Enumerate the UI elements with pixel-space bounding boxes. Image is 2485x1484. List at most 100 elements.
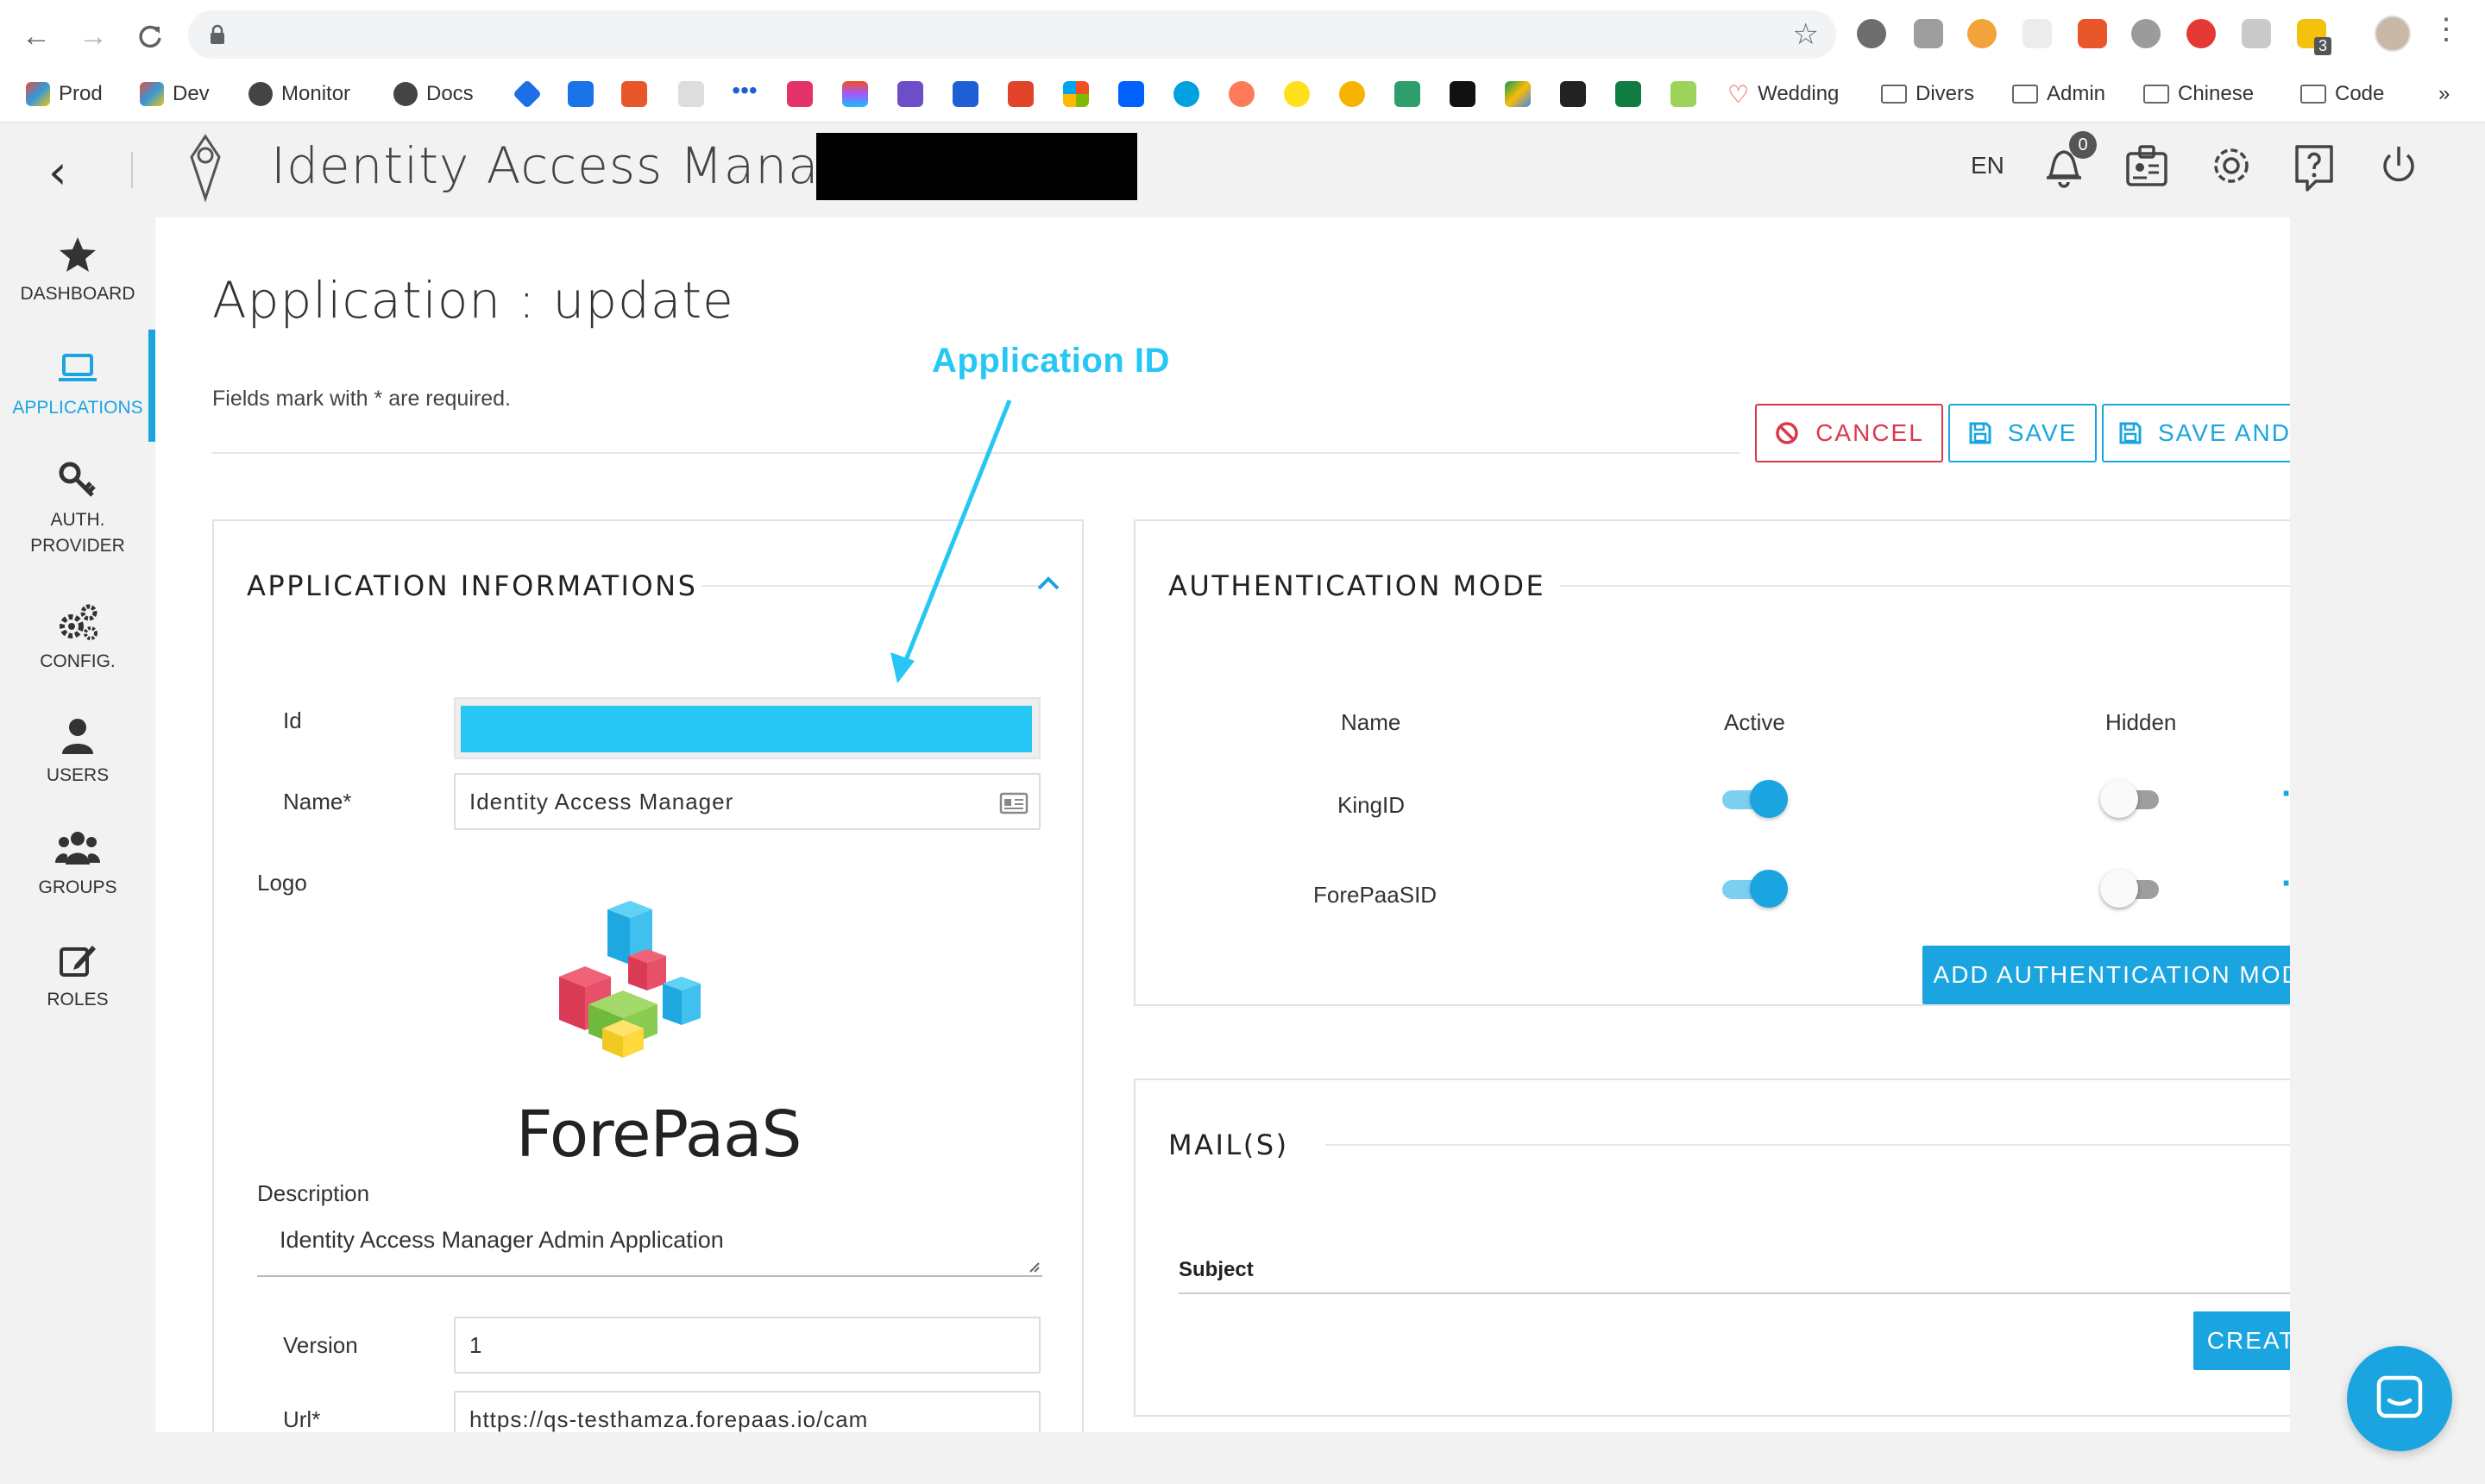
hidden-toggle[interactable] (2100, 780, 2169, 818)
bookmark-trello-icon[interactable] (568, 81, 594, 107)
bookmark-gitlab-icon[interactable] (1008, 81, 1034, 107)
bookmark-dropbox-icon[interactable] (1118, 81, 1144, 107)
save-and-exit-button[interactable]: SAVE AND EXIT (2102, 404, 2290, 462)
url-input[interactable]: https://qs-testhamza.forepaas.io/cam (454, 1391, 1041, 1432)
sidebar-item-auth-provider[interactable]: AUTH. PROVIDER (0, 461, 155, 559)
sidebar-item-groups[interactable]: GROUPS (0, 828, 155, 901)
reload-icon[interactable] (129, 16, 171, 57)
folder-icon (2143, 85, 2169, 104)
browser-forward-icon[interactable]: → (72, 16, 114, 57)
bookmarks-overflow[interactable]: » (2438, 72, 2450, 116)
bookmark-mailchimp-icon[interactable] (1284, 81, 1310, 107)
extension-icon[interactable]: 3 (2297, 19, 2331, 55)
active-toggle[interactable] (1719, 780, 1788, 818)
settings-gear-icon[interactable] (2207, 135, 2255, 195)
help-icon[interactable] (2290, 135, 2338, 195)
bookmark-intercom-icon[interactable] (953, 81, 978, 107)
folder-icon (2300, 85, 2326, 104)
profile-avatar[interactable] (2375, 16, 2411, 52)
bookmark-dots-icon[interactable]: ••• (732, 79, 758, 107)
id-field[interactable] (454, 697, 1041, 759)
bookmark-divers[interactable]: Divers (1881, 72, 1974, 116)
bookmark-icon[interactable] (897, 81, 923, 107)
bookmark-star-icon[interactable]: ☆ (1793, 17, 1819, 52)
extension-icon[interactable] (1857, 19, 1886, 48)
bookmark-icon[interactable] (678, 81, 704, 107)
auth-mode-name: ForePaaSID (1313, 882, 1438, 908)
cancel-button[interactable]: CANCEL (1755, 404, 1943, 462)
bookmark-icon[interactable] (1670, 81, 1696, 107)
sidebar-item-roles[interactable]: ROLES (0, 940, 155, 1013)
page-title: Application : update (212, 271, 734, 330)
globe-icon (248, 82, 273, 106)
bookmark-hubspot-icon[interactable] (1229, 81, 1255, 107)
active-toggle[interactable] (1719, 870, 1788, 908)
sidebar-item-users[interactable]: USERS (0, 716, 155, 789)
sidebar-item-config[interactable]: CONFIG. (0, 602, 155, 675)
power-icon[interactable] (2375, 135, 2423, 195)
extension-icon[interactable] (2023, 19, 2052, 48)
name-input[interactable]: Identity Access Manager (454, 773, 1041, 830)
extension-icon[interactable] (2186, 19, 2216, 48)
bookmark-excel-icon[interactable] (1615, 81, 1641, 107)
version-input[interactable]: 1 (454, 1317, 1041, 1374)
card-title: AUTHENTICATION MODE (1168, 569, 1546, 602)
bookmark-chinese[interactable]: Chinese (2143, 72, 2254, 116)
browser-menu-icon[interactable]: ⋮ (2432, 12, 2461, 47)
extension-icon[interactable] (2078, 19, 2107, 48)
collapse-chevron-icon[interactable] (1035, 575, 1061, 592)
sidebar-item-dashboard[interactable]: DASHBOARD (0, 235, 155, 307)
hidden-toggle[interactable] (2100, 870, 2169, 908)
id-card-icon[interactable] (2123, 135, 2171, 195)
card-title: MAIL(S) (1168, 1129, 1289, 1161)
bookmark-icon[interactable] (1450, 81, 1475, 107)
card-title-line (702, 585, 1041, 587)
id-redaction (461, 706, 1032, 752)
create-new-email-button[interactable]: CREATE NEW EMAIL (2193, 1311, 2290, 1370)
redacted-block (816, 133, 1137, 200)
bookmark-icon[interactable] (1560, 81, 1586, 107)
row-menu-icon[interactable]: ··· (2281, 866, 2290, 901)
column-active-header: Active (1724, 709, 1785, 735)
extension-icon[interactable] (2242, 19, 2271, 48)
bookmark-docs[interactable]: Docs (393, 72, 474, 116)
back-chevron-icon[interactable]: ‹ (48, 145, 67, 199)
row-menu-icon[interactable]: ··· (2281, 777, 2290, 811)
bookmark-prod[interactable]: Prod (26, 72, 103, 116)
bookmark-microsoft-icon[interactable] (1063, 81, 1089, 107)
bookmark-wedding[interactable]: ♡ Wedding (1727, 72, 1839, 116)
folder-icon (2012, 85, 2038, 104)
bookmark-code[interactable]: Code (2300, 72, 2384, 116)
bookmark-icon[interactable] (1394, 81, 1420, 107)
bookmark-dev[interactable]: Dev (140, 72, 210, 116)
bookmark-admin[interactable]: Admin (2012, 72, 2105, 116)
address-bar[interactable]: ☆ (188, 10, 1836, 59)
bookmarks-bar: Prod Dev Monitor Docs ••• ♡ Wedding Diver… (0, 72, 2485, 116)
bookmark-monitor[interactable]: Monitor (248, 72, 350, 116)
extension-icon[interactable] (2131, 19, 2161, 48)
extension-icon[interactable] (1967, 19, 1997, 48)
floppy-icon (1969, 422, 1991, 444)
bookmark-icon[interactable] (621, 81, 647, 107)
bookmark-invision-icon[interactable] (787, 81, 813, 107)
resize-handle-icon[interactable] (1027, 1260, 1041, 1273)
language-selector[interactable]: EN (1971, 152, 2004, 179)
bookmark-figma-icon[interactable] (842, 81, 868, 107)
description-value: Identity Access Manager Admin Applicatio… (280, 1227, 724, 1253)
add-authentication-mode-button[interactable]: ADD AUTHENTICATION MODE (1922, 946, 2290, 1004)
browser-chrome: ← → ☆ 3 ⋮ Prod Dev Monitor Docs ••• ♡ We… (0, 0, 2485, 123)
bookmark-label: Divers (1916, 82, 1975, 105)
subject-header-line (1179, 1292, 2290, 1294)
chat-launcher-button[interactable] (2347, 1346, 2452, 1451)
key-icon (59, 462, 96, 497)
sidebar-item-applications[interactable]: APPLICATIONS (0, 349, 155, 421)
extension-icon[interactable] (1914, 19, 1943, 48)
save-button[interactable]: SAVE (1948, 404, 2097, 462)
description-textarea[interactable]: Identity Access Manager Admin Applicatio… (257, 1217, 1042, 1277)
bookmark-jira-icon[interactable] (513, 79, 542, 109)
bookmark-salesforce-icon[interactable] (1173, 81, 1199, 107)
browser-back-icon[interactable]: ← (16, 16, 57, 57)
bookmark-drive-icon[interactable] (1505, 81, 1531, 107)
bookmark-icon[interactable] (1339, 81, 1365, 107)
bookmark-label: Prod (59, 82, 103, 105)
